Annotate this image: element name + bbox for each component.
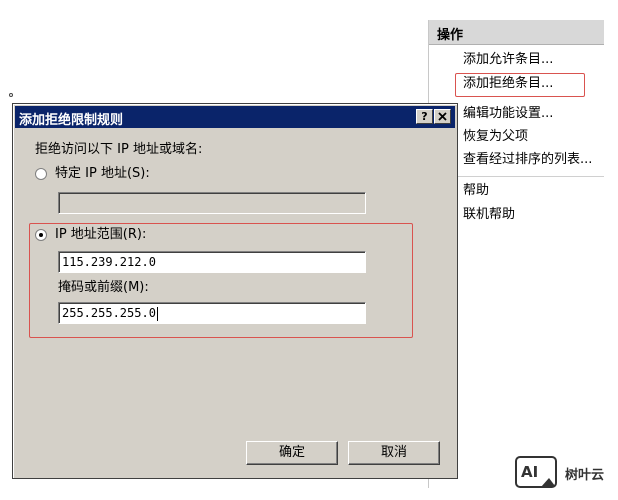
- actions-header-label: 操作: [437, 28, 464, 43]
- mask-value: 255.255.255.0: [62, 306, 156, 320]
- ai-logo-icon: AI: [515, 456, 557, 488]
- mask-label: 掩码或前缀(M):: [58, 280, 149, 295]
- action-edit-feature-settings[interactable]: 编辑功能设置...: [463, 104, 553, 124]
- specific-ip-label: 特定 IP 地址(S):: [55, 166, 150, 181]
- watermark-name: 树叶云: [565, 468, 605, 483]
- action-add-allow-entry[interactable]: 添加允许条目...: [463, 50, 553, 70]
- mask-field[interactable]: 255.255.255.0: [58, 302, 366, 324]
- actions-divider: [457, 176, 604, 177]
- ip-range-field[interactable]: 115.239.212.0: [58, 251, 366, 273]
- dialog-title: 添加拒绝限制规则: [19, 113, 124, 128]
- specific-ip-radio[interactable]: [35, 168, 47, 180]
- ip-range-radio[interactable]: [35, 229, 47, 241]
- deny-prompt-label: 拒绝访问以下 IP 地址或域名:: [35, 142, 203, 157]
- text-caret: [156, 306, 158, 321]
- watermark: AI 树叶云: [515, 456, 615, 488]
- action-revert-to-parent[interactable]: 恢复为父项: [463, 127, 528, 147]
- specific-ip-field[interactable]: [58, 192, 366, 214]
- action-online-help[interactable]: 联机帮助: [463, 205, 515, 225]
- help-button[interactable]: ?: [416, 109, 433, 124]
- ip-range-label: IP 地址范围(R):: [55, 227, 147, 242]
- ai-logo-text: AI: [521, 463, 538, 481]
- close-icon: [438, 112, 447, 121]
- ok-button[interactable]: 确定: [246, 441, 338, 465]
- radio-selected-dot: [39, 233, 43, 237]
- action-view-ordered-list[interactable]: 查看经过排序的列表...: [463, 150, 592, 170]
- add-deny-rule-dialog: 添加拒绝限制规则 ? 拒绝访问以下 IP 地址或域名: 特定 IP 地址(S):…: [12, 103, 458, 479]
- close-button[interactable]: [434, 109, 451, 124]
- cancel-button[interactable]: 取消: [348, 441, 440, 465]
- action-add-deny-entry[interactable]: 添加拒绝条目...: [463, 74, 553, 94]
- actions-header: 操作: [429, 20, 604, 45]
- stray-dot: [9, 93, 13, 97]
- dialog-titlebar[interactable]: 添加拒绝限制规则 ?: [15, 106, 455, 128]
- action-help[interactable]: 帮助: [463, 181, 489, 201]
